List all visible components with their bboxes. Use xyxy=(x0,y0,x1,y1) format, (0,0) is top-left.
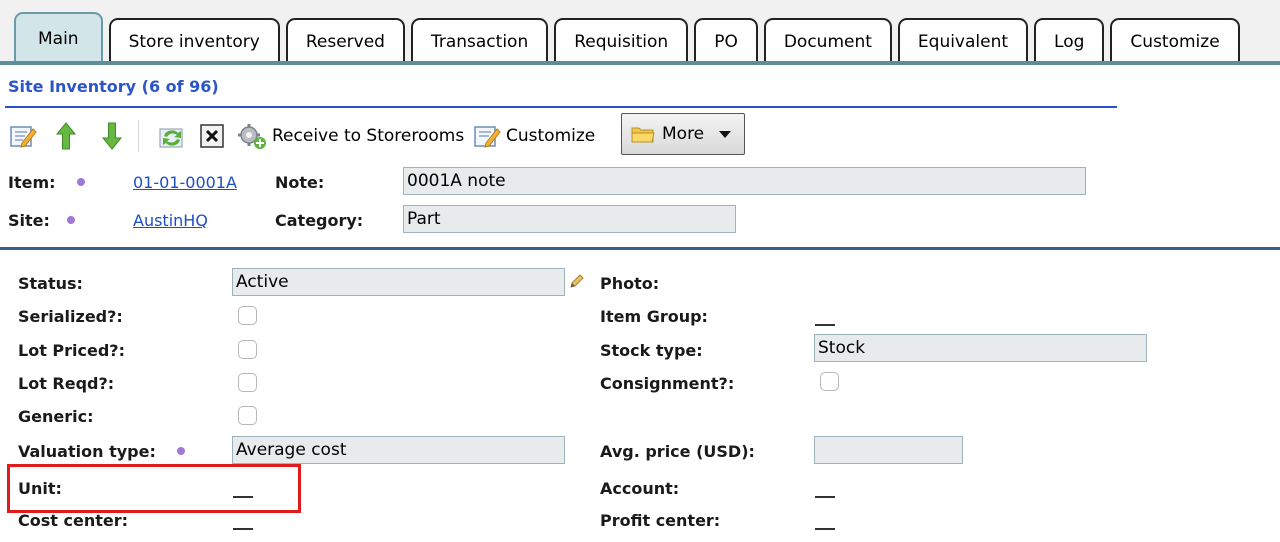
edit-record-button[interactable] xyxy=(8,116,38,156)
toolbar-separator xyxy=(138,120,139,152)
tab-main[interactable]: Main xyxy=(14,12,103,64)
status-label: Status: xyxy=(18,274,83,293)
arrow-up-icon xyxy=(55,122,77,150)
tab-log[interactable]: Log xyxy=(1034,18,1105,64)
tab-underline xyxy=(0,61,1280,65)
more-label: More xyxy=(662,124,705,144)
avg-price-label: Avg. price (USD): xyxy=(600,442,755,461)
required-indicator-icon xyxy=(177,447,185,455)
account-label: Account: xyxy=(600,479,680,498)
generic-label: Generic: xyxy=(18,407,94,426)
category-field[interactable]: Part xyxy=(403,205,736,233)
lot-priced-checkbox[interactable] xyxy=(238,340,257,359)
next-record-button[interactable] xyxy=(100,116,124,156)
lot-reqd-label: Lot Reqd?: xyxy=(18,374,115,393)
serialized-label: Serialized?: xyxy=(18,307,123,326)
note-field[interactable]: 0001A note xyxy=(403,167,1086,195)
tab-requisition[interactable]: Requisition xyxy=(554,18,689,64)
caret-down-icon xyxy=(719,131,732,138)
cost-center-label: Cost center: xyxy=(18,511,128,530)
receive-to-storerooms-label: Receive to Storerooms xyxy=(272,126,465,146)
photo-label: Photo: xyxy=(600,274,660,293)
pencil-icon[interactable] xyxy=(569,273,585,289)
site-link[interactable]: AustinHQ xyxy=(133,211,208,230)
tab-equivalent[interactable]: Equivalent xyxy=(897,18,1029,64)
note-label: Note: xyxy=(275,173,325,192)
tab-store-inventory[interactable]: Store inventory xyxy=(108,18,280,64)
profit-center-empty-value xyxy=(815,528,835,530)
status-field[interactable]: Active xyxy=(232,268,565,296)
section-divider xyxy=(0,247,1280,250)
generic-checkbox[interactable] xyxy=(238,406,257,425)
delete-button[interactable] xyxy=(198,116,226,156)
profit-center-label: Profit center: xyxy=(600,511,721,530)
consignment-label: Consignment?: xyxy=(600,374,735,393)
item-group-label: Item Group: xyxy=(600,307,708,326)
close-icon xyxy=(200,124,224,148)
refresh-icon xyxy=(159,128,183,148)
gear-icon xyxy=(238,124,266,149)
unit-highlight-box xyxy=(7,464,301,513)
avg-price-field[interactable] xyxy=(814,436,963,464)
valuation-type-label: Valuation type: xyxy=(18,442,156,461)
tab-bar: Main Store inventory Reserved Transactio… xyxy=(14,12,1246,64)
section-title-underline xyxy=(5,106,1117,108)
edit-icon xyxy=(10,126,37,148)
tab-customize[interactable]: Customize xyxy=(1110,18,1240,64)
stock-type-field[interactable]: Stock xyxy=(814,334,1147,362)
arrow-down-icon xyxy=(101,122,123,150)
stock-type-label: Stock type: xyxy=(600,341,703,360)
more-menu-button[interactable]: More xyxy=(621,113,745,155)
item-link[interactable]: 01-01-0001A xyxy=(133,173,237,192)
refresh-button[interactable] xyxy=(156,116,188,156)
site-label: Site: xyxy=(8,211,50,230)
cost-center-empty-value xyxy=(233,528,253,530)
lot-priced-label: Lot Priced?: xyxy=(18,341,125,360)
customize-icon xyxy=(474,126,501,148)
required-indicator-icon xyxy=(67,216,75,224)
tab-reserved[interactable]: Reserved xyxy=(285,18,405,64)
tab-po[interactable]: PO xyxy=(694,18,758,64)
item-group-empty-value xyxy=(815,324,835,326)
toolbar: Receive to Storerooms Customize More xyxy=(8,113,768,156)
section-title: Site Inventory (6 of 96) xyxy=(8,77,219,96)
required-indicator-icon xyxy=(77,178,85,186)
customize-label: Customize xyxy=(506,126,596,146)
folder-icon xyxy=(631,127,655,143)
valuation-type-field[interactable]: Average cost xyxy=(232,436,565,464)
lot-reqd-checkbox[interactable] xyxy=(238,373,257,392)
consignment-checkbox[interactable] xyxy=(820,372,839,391)
category-label: Category: xyxy=(275,211,364,230)
previous-record-button[interactable] xyxy=(54,116,78,156)
tab-transaction[interactable]: Transaction xyxy=(410,18,549,64)
account-empty-value xyxy=(815,496,835,498)
customize-button[interactable]: Customize xyxy=(472,116,595,156)
item-label: Item: xyxy=(8,173,56,192)
serialized-checkbox[interactable] xyxy=(238,306,257,325)
tab-document[interactable]: Document xyxy=(763,18,892,64)
receive-to-storerooms-button[interactable]: Receive to Storerooms xyxy=(236,116,464,156)
